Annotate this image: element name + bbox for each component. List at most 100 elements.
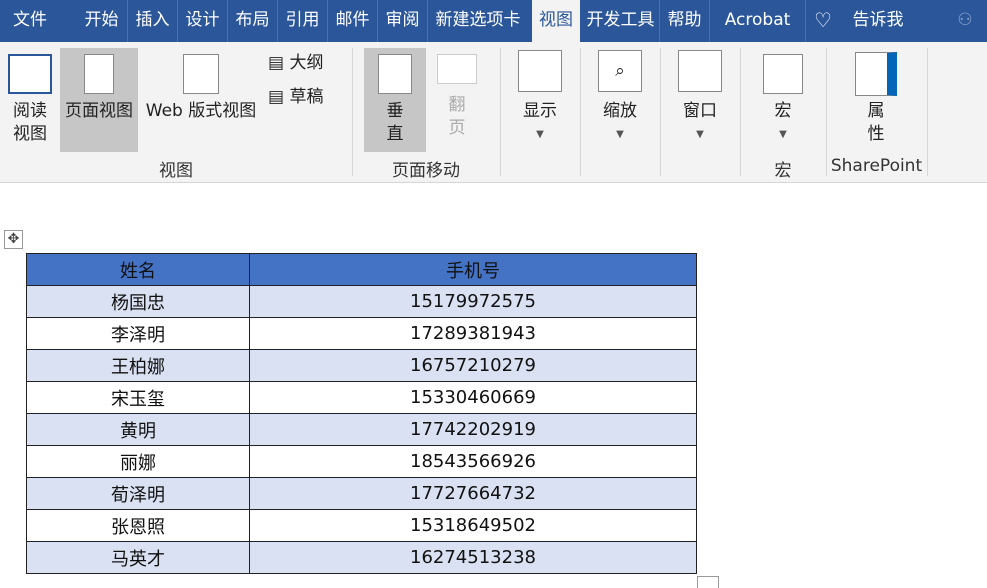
contacts-table: 姓名 手机号 杨国忠 15179972575 李泽明 17289381943 王柏娜 167… — [26, 253, 697, 574]
label: 页 — [448, 118, 466, 138]
phone-cell[interactable]: 17742202919 — [249, 413, 697, 446]
label: 视图 — [13, 124, 47, 144]
tab-references[interactable]: 引用 — [278, 0, 328, 42]
dropdown-caret-icon: ▼ — [536, 129, 544, 140]
table-header-row: 姓名 手机号 — [26, 253, 697, 286]
table-row: 宋玉玺 15330460669 — [26, 381, 697, 414]
name-cell[interactable]: 宋玉玺 — [26, 381, 250, 414]
name-cell[interactable]: 丽娜 — [26, 445, 250, 478]
phone-cell[interactable]: 17727664732 — [249, 477, 697, 510]
phone-cell[interactable]: 18543566926 — [249, 445, 697, 478]
label: 宏 — [774, 101, 792, 121]
table-row: 黄明 17742202919 — [26, 413, 697, 446]
divider — [660, 48, 661, 176]
vertical-scroll-icon — [378, 54, 412, 94]
read-mode-button[interactable]: 阅读 视图 — [2, 48, 58, 152]
label: 显示 — [523, 101, 557, 121]
label: 窗口 — [683, 101, 717, 121]
outline-button[interactable]: ▤ 大纲 — [268, 52, 338, 75]
label: Web 版式视图 — [145, 101, 257, 121]
magnifier-icon: ⌕ — [598, 50, 642, 92]
table-resize-handle[interactable] — [697, 576, 719, 588]
print-layout-button[interactable]: 页面视图 — [60, 48, 138, 152]
macro-scroll-icon — [763, 54, 803, 94]
group-label-views: 视图 — [159, 161, 193, 181]
tab-help[interactable]: 帮助 — [660, 0, 710, 42]
name-cell[interactable]: 荀泽明 — [26, 477, 250, 510]
table-row: 李泽明 17289381943 — [26, 317, 697, 350]
label: 阅读 — [13, 101, 47, 121]
label: 翻 — [448, 95, 466, 115]
page-icon — [84, 54, 114, 94]
document-page: ✥ 姓名 手机号 杨国忠 15179972575 李泽明 17289381943 王柏娜 1… — [0, 184, 987, 588]
outline-icon: ▤ — [268, 53, 285, 73]
show-button[interactable]: 显示 ▼ — [504, 48, 576, 152]
tab-layout[interactable]: 布局 — [228, 0, 278, 42]
tab-view[interactable]: 视图 — [532, 0, 580, 42]
tab-acrobat[interactable]: Acrobat — [710, 0, 806, 42]
header-name: 姓名 — [26, 253, 250, 286]
tab-developer[interactable]: 开发工具 — [582, 0, 660, 42]
label: 草稿 — [289, 87, 324, 107]
window-icon — [678, 50, 722, 92]
ribbon-tab-bar: 文件 开始 插入 设计 布局 引用 邮件 审阅 新建选项卡 视图 开发工具 帮助… — [0, 0, 987, 42]
header-phone: 手机号 — [249, 253, 697, 286]
phone-cell[interactable]: 15330460669 — [249, 381, 697, 414]
ribbon-view: 阅读 视图 页面视图 Web 版式视图 ▤ 大纲 ▤ 草稿 视图 垂直 翻页 页面… — [0, 42, 987, 183]
zoom-button[interactable]: ⌕ 缩放 ▼ — [584, 48, 656, 152]
tab-home[interactable]: 开始 — [76, 0, 128, 42]
sharepoint-properties-icon — [855, 52, 897, 96]
dropdown-caret-icon: ▼ — [696, 129, 704, 140]
label: 性 — [867, 124, 885, 144]
lightbulb-icon: ♡ — [814, 8, 832, 32]
properties-button[interactable]: 属性 — [840, 48, 912, 152]
table-row: 张恩照 15318649502 — [26, 509, 697, 542]
table-row: 杨国忠 15179972575 — [26, 285, 697, 318]
label: 页面视图 — [65, 101, 133, 121]
table-row: 王柏娜 16757210279 — [26, 349, 697, 382]
name-cell[interactable]: 杨国忠 — [26, 285, 250, 318]
tab-mailings[interactable]: 邮件 — [328, 0, 378, 42]
tab-design[interactable]: 设计 — [178, 0, 228, 42]
web-globe-icon — [183, 54, 219, 94]
tab-new[interactable]: 新建选项卡 — [428, 0, 528, 42]
label: 垂 — [386, 101, 404, 121]
dropdown-caret-icon: ▼ — [779, 129, 787, 140]
divider — [927, 48, 928, 176]
dropdown-caret-icon: ▼ — [616, 129, 624, 140]
table-row: 丽娜 18543566926 — [26, 445, 697, 478]
phone-cell[interactable]: 15179972575 — [249, 285, 697, 318]
label: 属 — [867, 101, 885, 121]
label: 缩放 — [603, 101, 637, 121]
phone-cell[interactable]: 16757210279 — [249, 349, 697, 382]
label: 直 — [386, 124, 404, 144]
table-row: 马英才 16274513238 — [26, 541, 697, 574]
side-to-side-icon — [437, 54, 477, 84]
tab-review[interactable]: 审阅 — [378, 0, 428, 42]
window-button[interactable]: 窗口 ▼ — [664, 48, 736, 152]
name-cell[interactable]: 张恩照 — [26, 509, 250, 542]
draft-icon: ▤ — [268, 87, 285, 107]
name-cell[interactable]: 黄明 — [26, 413, 250, 446]
draft-button[interactable]: ▤ 草稿 — [268, 86, 338, 109]
table-move-handle-icon[interactable]: ✥ — [4, 230, 23, 249]
book-icon — [8, 54, 52, 94]
share-user-icon[interactable]: ⚇ — [950, 0, 980, 42]
group-label-sharepoint: SharePoint — [830, 156, 923, 176]
phone-cell[interactable]: 16274513238 — [249, 541, 697, 574]
label: 大纲 — [289, 53, 324, 73]
divider — [580, 48, 581, 176]
phone-cell[interactable]: 17289381943 — [249, 317, 697, 350]
name-cell[interactable]: 马英才 — [26, 541, 250, 574]
macros-button[interactable]: 宏 ▼ — [748, 48, 818, 152]
tell-me-button[interactable]: 告诉我 — [840, 0, 916, 42]
name-cell[interactable]: 李泽明 — [26, 317, 250, 350]
side-to-side-button: 翻页 — [430, 48, 484, 152]
name-cell[interactable]: 王柏娜 — [26, 349, 250, 382]
tab-insert[interactable]: 插入 — [128, 0, 178, 42]
web-layout-button[interactable]: Web 版式视图 — [140, 48, 262, 152]
show-icon — [518, 50, 562, 92]
tab-file[interactable]: 文件 — [0, 0, 60, 42]
phone-cell[interactable]: 15318649502 — [249, 509, 697, 542]
vertical-button[interactable]: 垂直 — [364, 48, 426, 152]
